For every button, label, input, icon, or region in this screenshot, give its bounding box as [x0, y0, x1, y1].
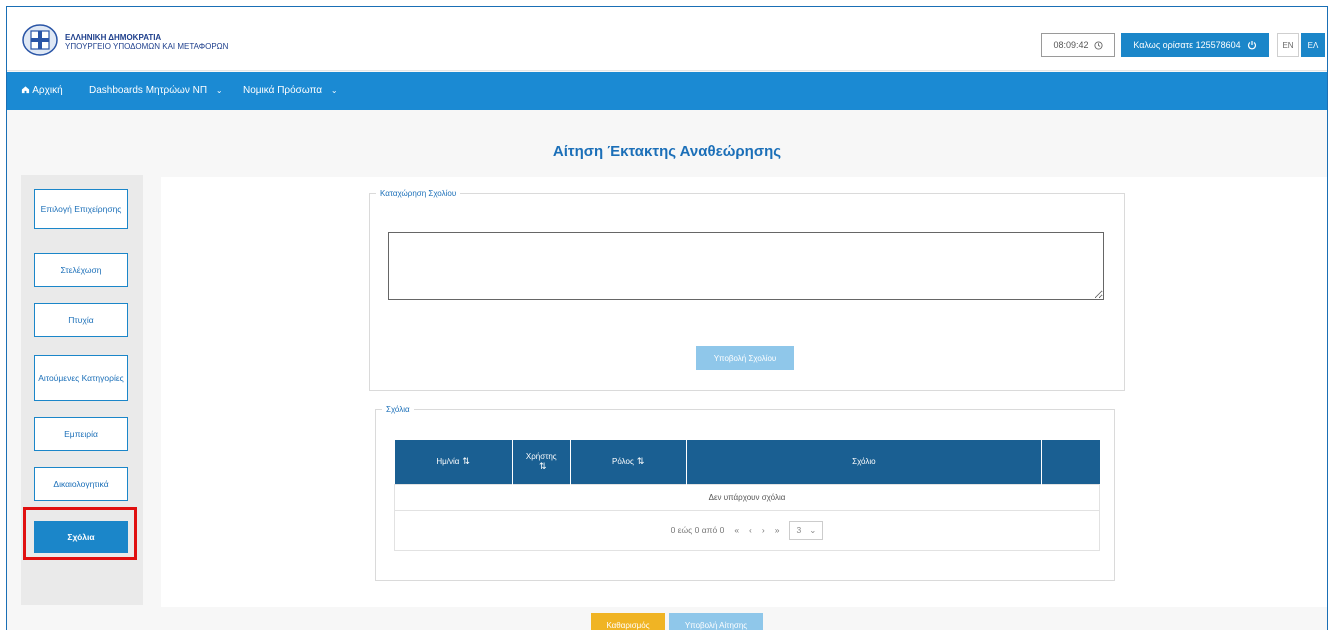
language-el-button[interactable]: ΕΛ	[1301, 33, 1325, 57]
welcome-text: Καλως ορίσατε 125578604	[1133, 40, 1241, 50]
session-timer-value: 08:09:42	[1053, 40, 1089, 50]
language-en-button[interactable]: EN	[1277, 33, 1299, 57]
session-timer: 08:09:42	[1041, 33, 1115, 57]
rows-per-page-select[interactable]: 3 ⌄	[789, 520, 824, 540]
empty-row: Δεν υπάρχουν σχόλια	[394, 483, 1100, 511]
column-role-label: Ρόλος	[612, 457, 634, 467]
clear-button[interactable]: Καθαρισμός	[591, 613, 665, 630]
step-staffing[interactable]: Στελέχωση	[34, 253, 128, 287]
column-header-actions	[1041, 440, 1100, 484]
greek-emblem-icon	[22, 24, 58, 56]
step-degrees[interactable]: Πτυχία	[34, 303, 128, 337]
nav-legal-entities[interactable]: Νομικά Πρόσωπα ⌄	[243, 72, 338, 110]
org-line-2: ΥΠΟΥΡΓΕΙΟ ΥΠΟΔΟΜΩΝ ΚΑΙ ΜΕΤΑΦΟΡΩΝ	[65, 42, 229, 51]
sort-icon: ⇅	[539, 460, 547, 471]
page-title: Αίτηση Έκτακτης Αναθεώρησης	[552, 143, 782, 160]
chevron-down-icon: ⌄	[809, 524, 817, 535]
organization-name: ΕΛΛΗΝΙΚΗ ΔΗΜΟΚΡΑΤΙΑ ΥΠΟΥΡΓΕΙΟ ΥΠΟΔΟΜΩΝ Κ…	[65, 33, 228, 51]
submit-request-button[interactable]: Υποβολή Αίτησης	[669, 613, 763, 630]
last-page-icon[interactable]: »	[775, 525, 780, 535]
pagination-row: 0 εώς 0 από 0 « ‹ › » 3 ⌄	[394, 509, 1100, 551]
column-header-role[interactable]: Ρόλος ⇅	[570, 440, 687, 484]
first-page-icon[interactable]: «	[734, 525, 739, 535]
step-requested-categories[interactable]: Αιτούμενες Κατηγορίες	[34, 355, 128, 401]
app-window: ΕΛΛΗΝΙΚΗ ΔΗΜΟΚΡΑΤΙΑ ΥΠΟΥΡΓΕΙΟ ΥΠΟΔΟΜΩΝ Κ…	[6, 6, 1328, 630]
power-icon	[1247, 41, 1256, 50]
next-page-icon[interactable]: ›	[762, 525, 765, 535]
chevron-down-icon: ⌄	[330, 86, 338, 95]
sort-icon: ⇅	[636, 456, 645, 467]
comment-entry-section: Καταχώρηση Σχολίου Υποβολή Σχολίου	[369, 189, 1125, 391]
column-header-comment: Σχόλιο	[686, 440, 1043, 484]
main-content: Καταχώρηση Σχολίου Υποβολή Σχολίου Σχόλι…	[161, 177, 1327, 607]
nav-dashboards-label: Dashboards Μητρώων ΝΠ	[89, 85, 208, 96]
chevron-down-icon: ⌄	[215, 86, 223, 95]
comment-entry-legend: Καταχώρηση Σχολίου	[380, 189, 457, 198]
nav-home[interactable]: Αρχική	[21, 72, 63, 110]
submit-comment-button[interactable]: Υποβολή Σχολίου	[696, 346, 794, 370]
clock-icon	[1093, 40, 1103, 50]
pager-range-text: 0 εώς 0 από 0	[670, 525, 725, 535]
nav-dashboards[interactable]: Dashboards Μητρώων ΝΠ ⌄	[89, 72, 223, 110]
rows-per-page-value: 3	[796, 524, 802, 535]
column-header-date[interactable]: Ημ/νία ⇅	[394, 440, 513, 484]
nav-legal-entities-label: Νομικά Πρόσωπα	[243, 85, 323, 96]
empty-message: Δεν υπάρχουν σχόλια	[394, 483, 1100, 511]
sort-icon: ⇅	[462, 456, 470, 467]
comments-table: Ημ/νία ⇅ Χρήστης ⇅ Ρόλος ⇅ Σχόλιο Δεν υπάρχ…	[394, 440, 1100, 551]
column-user-label: Χρήστης	[525, 451, 557, 461]
top-header: ΕΛΛΗΝΙΚΗ ΔΗΜΟΚΡΑΤΙΑ ΥΠΟΥΡΓΕΙΟ ΥΠΟΔΟΜΩΝ Κ…	[7, 7, 1327, 71]
selection-highlight	[23, 507, 137, 560]
home-icon	[21, 86, 30, 94]
main-navbar: Αρχική Dashboards Μητρώων ΝΠ ⌄ Νομικά Πρ…	[7, 72, 1327, 110]
column-header-user[interactable]: Χρήστης ⇅	[512, 440, 571, 484]
prev-page-icon[interactable]: ‹	[749, 525, 752, 535]
comment-textarea[interactable]	[388, 232, 1104, 300]
org-line-1: ΕΛΛΗΝΙΚΗ ΔΗΜΟΚΡΑΤΙΑ	[65, 33, 162, 42]
step-company-select[interactable]: Επιλογή Επιχείρησης	[34, 189, 128, 229]
paginator: 0 εώς 0 από 0 « ‹ › » 3 ⌄	[670, 520, 824, 540]
comments-legend: Σχόλια	[386, 405, 410, 414]
step-experience[interactable]: Εμπειρία	[34, 417, 128, 451]
user-welcome-button[interactable]: Καλως ορίσατε 125578604	[1121, 33, 1269, 57]
step-documents[interactable]: Δικαιολογητικά	[34, 467, 128, 501]
nav-home-label: Αρχική	[32, 85, 63, 96]
column-date-label: Ημ/νία	[436, 457, 460, 467]
comments-section: Σχόλια Ημ/νία ⇅ Χρήστης ⇅ Ρόλος ⇅ Σχόλιο Δε…	[375, 405, 1115, 581]
